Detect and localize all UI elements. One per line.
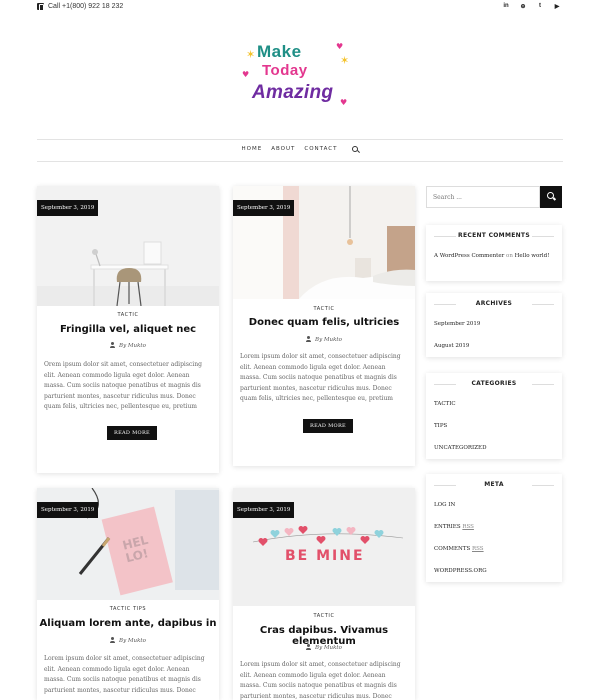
post-date-badge[interactable]: September 3, 2019 [233,200,295,216]
youtube-icon[interactable]: ▶ [553,3,561,10]
category-link[interactable]: TIPS [434,423,447,429]
rss-label: RSS [462,524,474,530]
top-bar: Call +1(800) 922 18 232 in ⊕ t ▶ [0,0,600,16]
meta-entries-label: ENTRIES [434,524,461,530]
social-links: in ⊕ t ▶ [502,3,561,10]
linkedin-icon[interactable]: in [502,3,510,10]
search-icon[interactable] [352,146,359,152]
rss-label: RSS [472,546,484,552]
nav-contact[interactable]: CONTACT [304,146,337,152]
meta-comments-rss-link[interactable]: COMMENTS RSS [434,546,484,552]
widget-title: RECENT COMMENTS [426,232,562,239]
read-more-button[interactable]: READ MORE [107,426,157,440]
recent-comments-widget: RECENT COMMENTS A WordPress Commenter on… [426,225,562,281]
read-more-button[interactable]: READ MORE [303,419,353,433]
post-card: September 3, 2019 TACTIC Fringilla vel, … [37,186,219,473]
star-icon: ✶ [340,54,350,67]
post-author[interactable]: By Mukto [315,645,342,651]
category-link[interactable]: TACTIC [434,401,456,407]
meta-comments-label: COMMENTS [434,546,471,552]
post-date-badge[interactable]: September 3, 2019 [37,200,99,216]
logo-line-2: Today [262,62,308,79]
recent-comment-item: A WordPress Commenter on Hello world! [434,251,556,262]
star-icon: ✶ [246,48,256,61]
search-button[interactable] [540,186,562,208]
post-date-badge[interactable]: September 3, 2019 [233,502,295,518]
post-byline: By Mukto [233,644,415,651]
meta-entries-rss-link[interactable]: ENTRIES RSS [434,524,474,530]
post-byline: By Mukto [37,342,219,349]
user-icon [306,336,312,342]
nav-divider-bottom [37,161,563,162]
archives-widget: ARCHIVES September 2019 August 2019 [426,293,562,357]
call-text: Call +1(800) 922 18 232 [48,3,124,10]
phone-icon [37,3,44,11]
post-card: September 3, 2019 TACTIC Donec quam feli… [233,186,415,466]
widget-title: META [426,481,562,488]
meta-wordpress-link[interactable]: WORDPRESS.ORG [434,568,487,574]
post-author[interactable]: By Mukto [119,343,146,349]
logo-line-3: Amazing [252,82,334,103]
post-excerpt: Orem ipsum dolor sit amet, consectetuer … [44,361,202,411]
post-title[interactable]: Aliquam lorem ante, dapibus in [37,618,219,629]
post-card: HEL LO! September 3, 2019 TACTIC TIPS Al… [37,488,219,700]
categories-widget: CATEGORIES TACTIC TIPS UNCATEGORIZED [426,373,562,459]
post-byline: By Mukto [37,637,219,644]
post-card: BE MINE September 3, 2019 TACTIC Cras da… [233,488,415,700]
archive-link[interactable]: August 2019 [434,343,469,349]
logo-line-1: Make [257,42,302,61]
post-excerpt: Lorem ipsum dolor sit amet, consectetuer… [240,353,401,403]
heart-icon: ♥ [242,70,250,79]
post-title[interactable]: Fringilla vel, aliquet nec [37,324,219,335]
meta-widget: META LOG IN ENTRIES RSS COMMENTS RSS WOR… [426,474,562,582]
site-logo[interactable]: ✶ ✶ ♥ ♥ ♥ Make Today Amazing [240,40,360,116]
post-excerpt: Lorem ipsum dolor sit amet, consectetuer… [44,655,205,694]
user-icon [306,644,312,650]
search-icon [547,192,554,199]
post-category[interactable]: TACTIC TIPS [37,606,219,612]
nav-home[interactable]: HOME [242,146,263,152]
heart-icon: ♥ [340,98,348,107]
widget-title: CATEGORIES [426,380,562,387]
dribbble-icon[interactable]: ⊕ [519,3,527,10]
twitter-icon[interactable]: t [536,3,544,10]
user-icon [110,342,116,348]
comment-on-text: on [506,253,513,259]
nav-divider-top [37,139,563,140]
meta-login-link[interactable]: LOG IN [434,502,455,508]
post-excerpt: Lorem ipsum dolor sit amet, consectetuer… [240,661,401,700]
post-category[interactable]: TACTIC [233,306,415,312]
post-title[interactable]: Donec quam felis, ultricies [233,317,415,328]
main-nav: HOME ABOUT CONTACT [0,146,600,152]
user-icon [110,637,116,643]
commenter-link[interactable]: A WordPress Commenter [434,253,504,259]
archive-link[interactable]: September 2019 [434,321,480,327]
heart-icon: ♥ [336,42,344,51]
search-input[interactable] [426,186,540,208]
post-category[interactable]: TACTIC [37,312,219,318]
post-author[interactable]: By Mukto [119,638,146,644]
comment-post-link[interactable]: Hello world! [515,253,550,259]
call-info: Call +1(800) 922 18 232 [37,3,124,11]
be-mine-text: BE MINE [285,548,365,564]
post-author[interactable]: By Mukto [315,337,342,343]
nav-about[interactable]: ABOUT [271,146,295,152]
widget-title: ARCHIVES [426,300,562,307]
post-category[interactable]: TACTIC [233,613,415,619]
sidebar-search [426,186,562,208]
post-date-badge[interactable]: September 3, 2019 [37,502,99,518]
post-byline: By Mukto [233,336,415,343]
category-link[interactable]: UNCATEGORIZED [434,445,486,451]
